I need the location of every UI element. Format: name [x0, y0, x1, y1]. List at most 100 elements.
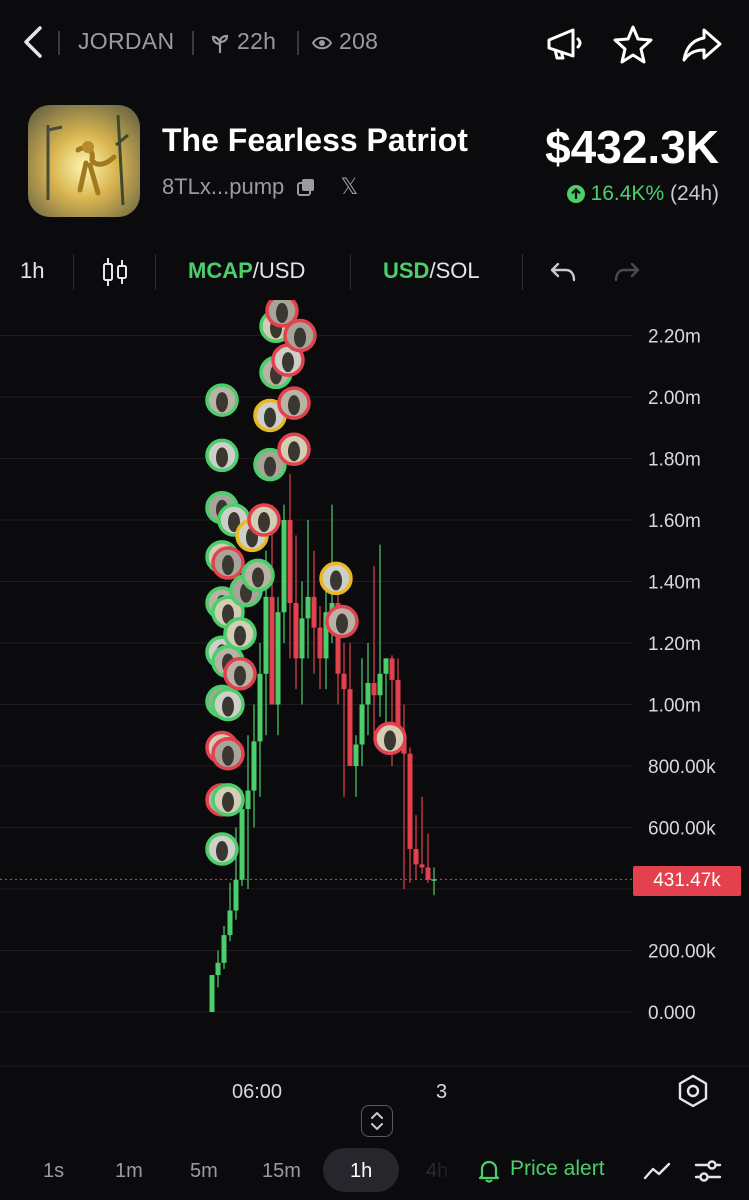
top-bar: JORDAN 22h 208 [0, 0, 749, 86]
candle-body [257, 673, 263, 742]
marker-silhouette [222, 791, 234, 812]
marker-silhouette [252, 567, 264, 588]
expand-chart-button[interactable] [361, 1105, 393, 1137]
timeframe-1s[interactable]: 1s [43, 1160, 64, 1183]
candle-body [353, 744, 359, 766]
sprout-icon [211, 34, 229, 53]
trade-marker [205, 438, 239, 473]
y-tick-label: 800.00k [648, 757, 716, 778]
chart-settings-icon[interactable] [674, 1072, 712, 1110]
trade-marker [223, 617, 257, 651]
marker-silhouette [216, 447, 228, 468]
divider [350, 254, 351, 290]
trade-marker [211, 687, 245, 722]
divider [155, 254, 156, 290]
eye-icon [312, 36, 332, 50]
token-age: 22h [237, 28, 277, 54]
marker-silhouette [276, 302, 288, 323]
marker-silhouette [264, 407, 276, 428]
candle-body [365, 682, 371, 705]
marker-silhouette [222, 745, 234, 766]
timeframe-5m[interactable]: 5m [190, 1160, 218, 1183]
fade-overlay [416, 1150, 466, 1190]
change-period: (24h) [669, 182, 719, 205]
copy-icon[interactable] [296, 177, 316, 197]
marker-silhouette [234, 625, 246, 646]
token-name: The Fearless Patriot [162, 122, 468, 158]
marker-silhouette [264, 456, 276, 477]
marker-silhouette [336, 613, 348, 634]
megaphone-icon[interactable] [543, 22, 587, 66]
back-arrow-icon[interactable] [18, 24, 50, 60]
marker-silhouette [234, 665, 246, 686]
share-icon[interactable] [680, 22, 724, 66]
candle-body [281, 520, 287, 613]
trade-marker [241, 558, 275, 593]
candle-body [419, 864, 425, 868]
marker-silhouette [330, 570, 342, 591]
price-alert-button[interactable]: Price alert [510, 1157, 605, 1181]
token-address[interactable]: 8TLx...pump [162, 174, 284, 199]
mcap-usd-toggle[interactable]: MCAP/USD [188, 258, 305, 284]
trade-marker [223, 657, 257, 691]
divider [297, 31, 299, 55]
trade-marker [319, 561, 353, 596]
candle-body [215, 962, 221, 976]
sliders-icon[interactable] [694, 1158, 722, 1184]
candle-body [239, 809, 245, 880]
trade-marker [205, 383, 239, 417]
candle-body [425, 867, 431, 880]
marker-silhouette [288, 441, 300, 462]
trade-marker [283, 318, 317, 353]
trade-marker [277, 386, 311, 420]
candle-body [305, 596, 311, 619]
market-cap-price: $432.3K [545, 121, 719, 173]
x-social-icon[interactable]: 𝕏 [341, 174, 359, 199]
interval-selector[interactable]: 1h [20, 258, 44, 284]
y-tick-label: 0.000 [648, 1003, 696, 1024]
line-chart-icon[interactable] [643, 1160, 671, 1182]
candle-body [317, 627, 323, 659]
trade-marker [211, 736, 245, 771]
y-tick-label: 600.00k [648, 819, 716, 840]
candle-body [359, 704, 365, 745]
timeframe-15m[interactable]: 15m [262, 1160, 301, 1183]
candle-body [221, 935, 227, 963]
candle-body [371, 682, 377, 696]
candlestick-icon[interactable] [100, 256, 130, 288]
marker-silhouette [258, 512, 270, 532]
trade-marker [211, 783, 245, 817]
candle-body [311, 596, 317, 628]
y-tick-label: 1.00m [648, 696, 701, 717]
redo-icon[interactable] [614, 260, 642, 284]
x-axis-label: 06:00 [232, 1081, 283, 1103]
candle-body [275, 612, 281, 705]
candle-body [383, 658, 389, 674]
usd-sol-toggle[interactable]: USD/SOL [383, 258, 480, 284]
candle-body [293, 603, 299, 659]
chevron-up-down-icon [371, 1112, 383, 1130]
token-avatar [28, 105, 140, 217]
candle-body [251, 741, 257, 791]
marker-silhouette [384, 730, 396, 751]
marker-silhouette [282, 352, 294, 373]
divider [58, 31, 60, 55]
timeframe-1h[interactable]: 1h [350, 1160, 372, 1183]
trade-marker [277, 432, 311, 467]
price-chart[interactable]: 0.000200.00k400.00k600.00k800.00k1.00m1.… [0, 300, 749, 1070]
y-tick-label: 200.00k [648, 942, 716, 963]
candle-body [263, 596, 269, 674]
candle-body [227, 910, 233, 936]
divider [192, 31, 194, 55]
candle-body [209, 975, 215, 1012]
marker-silhouette [222, 696, 234, 717]
candle-body [377, 673, 383, 696]
marker-silhouette [222, 555, 234, 576]
y-tick-label: 1.60m [648, 511, 701, 532]
star-icon[interactable] [611, 22, 655, 66]
undo-icon[interactable] [548, 260, 576, 284]
watchers-count: 208 [339, 28, 379, 54]
timeframe-1m[interactable]: 1m [115, 1160, 143, 1183]
trade-marker [325, 604, 359, 639]
candle-body [341, 673, 347, 690]
